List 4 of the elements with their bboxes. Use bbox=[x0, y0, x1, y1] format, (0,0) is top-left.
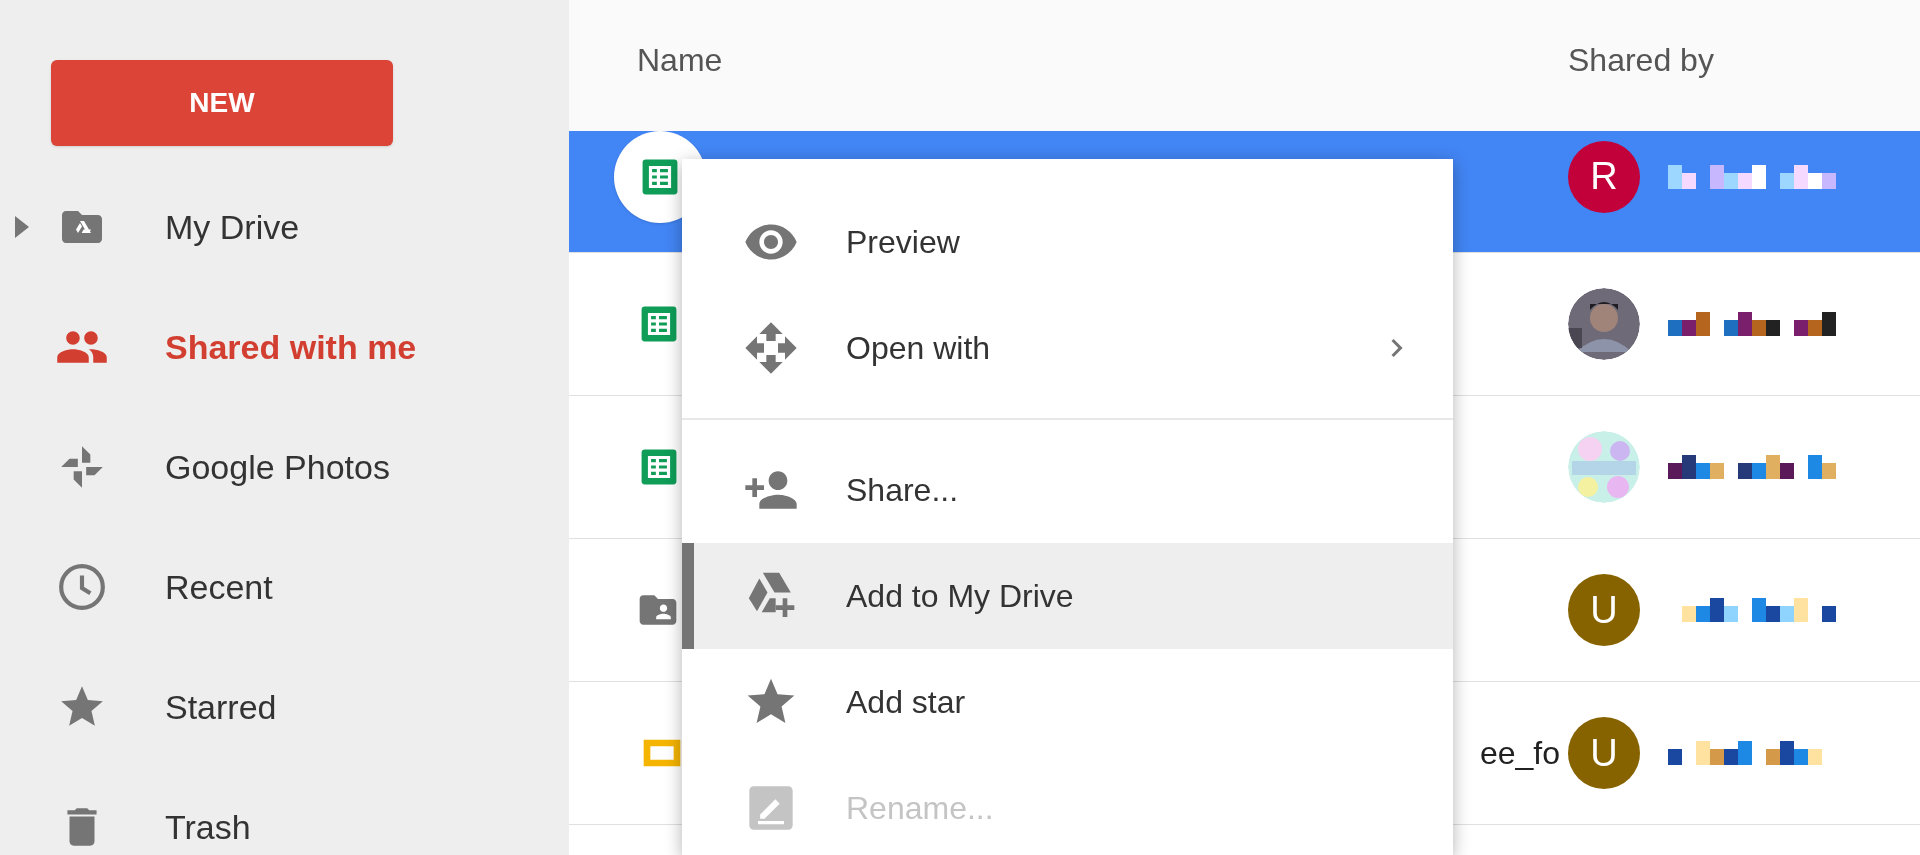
avatar: R bbox=[1568, 140, 1640, 213]
avatar: U bbox=[1568, 717, 1640, 789]
avatar: U bbox=[1568, 574, 1640, 646]
file-name: ee_fo bbox=[1479, 734, 1561, 773]
